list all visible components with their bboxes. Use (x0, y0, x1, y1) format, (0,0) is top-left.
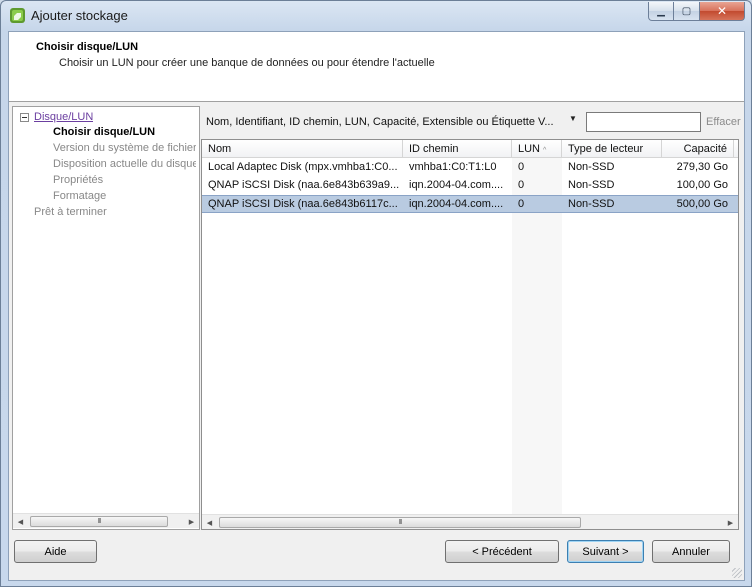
next-button[interactable]: Suivant > (567, 540, 644, 563)
cancel-button[interactable]: Annuler (652, 540, 730, 563)
cell-capacity: 279,30 Go (676, 161, 728, 173)
cell-capacity: 100,00 Go (676, 179, 728, 191)
scroll-left-icon[interactable]: ◀ (13, 514, 28, 529)
table-row[interactable]: QNAP iSCSI Disk (naa.6e843b639a9... iqn.… (202, 176, 738, 194)
table-row-selected[interactable]: QNAP iSCSI Disk (naa.6e843b6117c... iqn.… (202, 195, 738, 213)
window-controls: ▁ ▢ ✕ (648, 2, 745, 22)
nav-step-ready: Prêt à terminer (34, 206, 107, 218)
add-storage-window: Ajouter stockage ▁ ▢ ✕ Choisir disque/LU… (0, 0, 752, 587)
wizard-steps-panel: Disque/LUN Choisir disque/LUN Version du… (12, 106, 200, 530)
minimize-icon: ▁ (657, 5, 665, 17)
help-button[interactable]: Aide (14, 540, 97, 563)
dropdown-arrow-icon[interactable]: ▼ (569, 114, 577, 123)
column-header-lun-label: LUN (518, 143, 541, 155)
nav-step-disk-lun[interactable]: Disque/LUN (34, 111, 93, 123)
cell-name: QNAP iSCSI Disk (naa.6e843b6117c... (208, 198, 398, 210)
back-button[interactable]: < Précédent (445, 540, 559, 563)
nav-horizontal-scrollbar[interactable]: ◀ III ▶ (13, 513, 199, 528)
nav-step-current-layout: Disposition actuelle du disque (53, 158, 196, 170)
cell-name: QNAP iSCSI Disk (naa.6e843b639a9... (208, 179, 400, 191)
sort-ascending-icon: ^ (543, 147, 547, 154)
close-icon: ✕ (716, 4, 728, 18)
column-header-drive-type[interactable]: Type de lecteur (562, 140, 662, 158)
cell-lun: 0 (518, 179, 525, 191)
scroll-thumb[interactable]: III (219, 517, 581, 528)
collapse-icon[interactable] (20, 113, 29, 122)
wizard-header: Choisir disque/LUN Choisir un LUN pour c… (9, 32, 744, 102)
nav-step-formatting: Formatage (53, 190, 107, 202)
nav-step-choose-disk[interactable]: Choisir disque/LUN (53, 126, 155, 138)
scroll-right-icon[interactable]: ▶ (723, 515, 738, 530)
lun-table: Nom ID chemin LUN ^ Type de lecteur Capac… (201, 139, 739, 530)
table-horizontal-scrollbar[interactable]: ◀ III ▶ (202, 514, 738, 529)
window-title: Ajouter stockage (31, 8, 128, 23)
column-header-lun[interactable]: LUN ^ (512, 140, 562, 158)
cell-name: Local Adaptec Disk (mpx.vmhba1:C0... (208, 161, 398, 173)
clear-filter-link[interactable]: Effacer (706, 116, 741, 128)
column-header-name[interactable]: Nom (202, 140, 403, 158)
cell-drive-type: Non-SSD (568, 179, 615, 191)
cell-path-id: iqn.2004-04.com.... (409, 198, 504, 210)
column-header-capacity[interactable]: Capacité (662, 140, 734, 158)
nav-step-fs-version: Version du système de fichiers (53, 142, 196, 154)
column-header-path-id[interactable]: ID chemin (403, 140, 512, 158)
maximize-button[interactable]: ▢ (674, 2, 700, 21)
maximize-icon: ▢ (681, 5, 692, 17)
cell-lun: 0 (518, 161, 525, 173)
cell-drive-type: Non-SSD (568, 198, 615, 210)
step-description: Choisir un LUN pour créer une banque de … (59, 57, 435, 69)
cell-path-id: vmhba1:C0:T1:L0 (409, 161, 497, 173)
close-button[interactable]: ✕ (700, 2, 745, 21)
nav-step-properties: Propriétés (53, 174, 104, 186)
minimize-button[interactable]: ▁ (648, 2, 674, 21)
scroll-thumb[interactable]: III (30, 516, 168, 527)
title-bar[interactable]: Ajouter stockage ▁ ▢ ✕ (1, 1, 751, 31)
filter-bar: Nom, Identifiant, ID chemin, LUN, Capaci… (206, 110, 746, 134)
cell-capacity: 500,00 Go (676, 198, 728, 210)
scroll-left-icon[interactable]: ◀ (202, 515, 217, 530)
table-row[interactable]: Local Adaptec Disk (mpx.vmhba1:C0... vmh… (202, 158, 738, 176)
step-title: Choisir disque/LUN (36, 41, 139, 53)
storage-add-icon (10, 8, 25, 23)
cell-lun: 0 (518, 198, 525, 210)
cell-path-id: iqn.2004-04.com.... (409, 179, 504, 191)
scroll-right-icon[interactable]: ▶ (184, 514, 199, 529)
wizard-client-area: Choisir disque/LUN Choisir un LUN pour c… (8, 31, 745, 581)
cell-drive-type: Non-SSD (568, 161, 615, 173)
filter-fields-dropdown[interactable]: Nom, Identifiant, ID chemin, LUN, Capaci… (206, 116, 554, 128)
table-header: Nom ID chemin LUN ^ Type de lecteur Capac… (202, 140, 738, 158)
filter-input[interactable] (586, 112, 701, 132)
resize-grip-icon[interactable] (732, 568, 742, 578)
